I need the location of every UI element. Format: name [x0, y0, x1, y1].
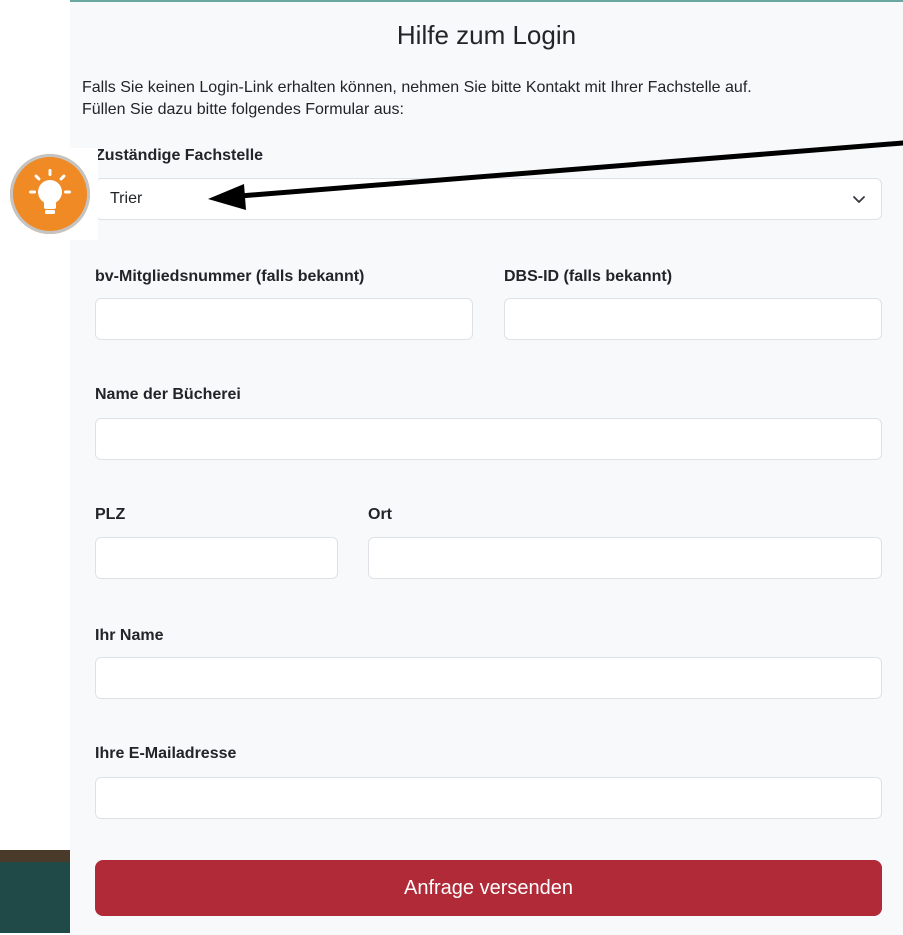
member-number-label: bv-Mitgliedsnummer (falls bekannt) — [95, 268, 365, 285]
plz-label: PLZ — [95, 506, 126, 523]
ort-label: Ort — [368, 506, 392, 523]
intro-line-2: Füllen Sie dazu bitte folgendes Formular… — [82, 101, 404, 118]
lightbulb-badge — [4, 148, 98, 240]
fachstelle-label: Zuständige Fachstelle — [95, 147, 264, 164]
library-name-label: Name der Bücherei — [95, 386, 241, 403]
chevron-down-icon — [853, 196, 865, 203]
library-name-input[interactable] — [95, 418, 882, 460]
lightbulb-icon — [29, 169, 71, 214]
plz-input[interactable] — [95, 537, 338, 579]
page-background — [0, 0, 70, 933]
ort-input[interactable] — [368, 537, 882, 579]
email-label: Ihre E-Mailadresse — [95, 745, 237, 762]
your-name-label: Ihr Name — [95, 627, 164, 644]
submit-request-button[interactable]: Anfrage versenden — [95, 860, 882, 916]
your-name-input[interactable] — [95, 657, 882, 699]
fachstelle-selected-value: Trier — [110, 190, 143, 207]
page-title: Hilfe zum Login — [396, 20, 577, 50]
email-input[interactable] — [95, 777, 882, 819]
member-number-input[interactable] — [95, 298, 473, 340]
dbs-id-label: DBS-ID (falls bekannt) — [504, 268, 673, 285]
fachstelle-select[interactable]: Trier — [95, 178, 882, 220]
dbs-id-input[interactable] — [504, 298, 882, 340]
intro-line-1: Falls Sie keinen Login-Link erhalten kön… — [82, 79, 752, 96]
intro-text: Falls Sie keinen Login-Link erhalten kön… — [82, 77, 882, 121]
